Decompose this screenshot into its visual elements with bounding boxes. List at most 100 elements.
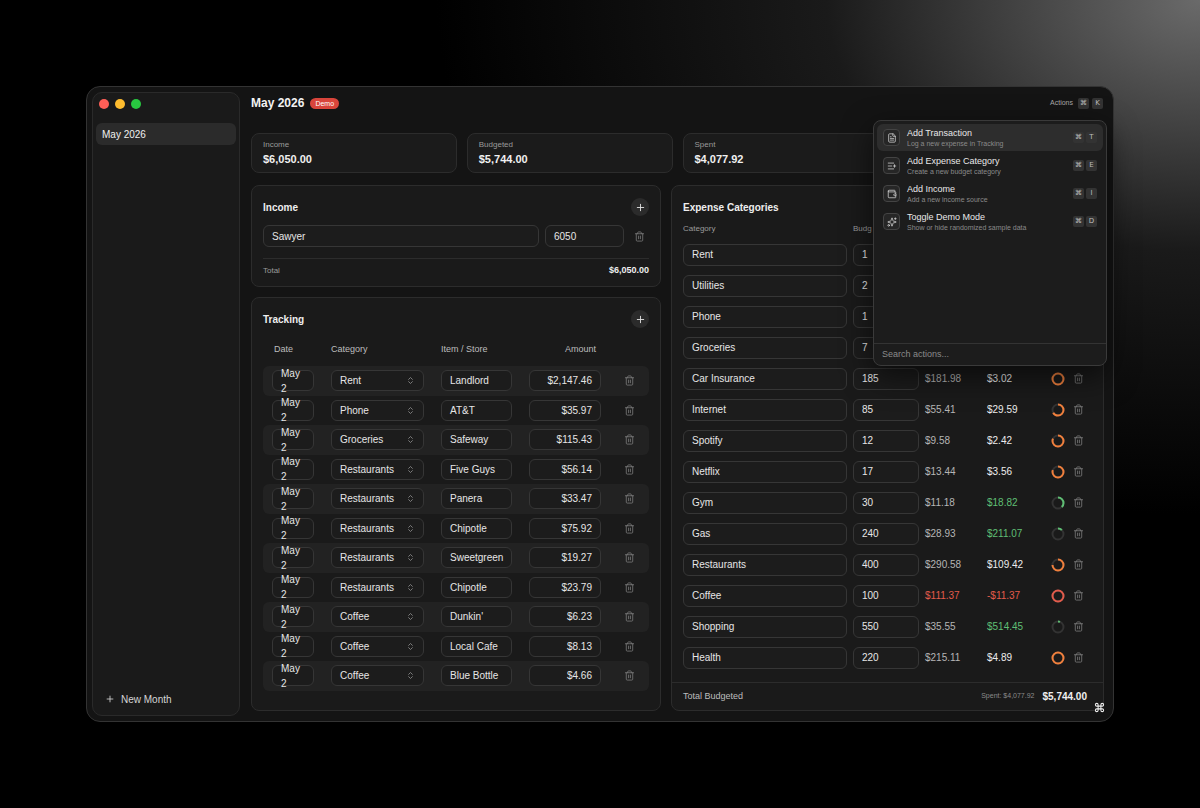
category-select[interactable]: Coffee — [331, 665, 424, 686]
amount-field[interactable]: $19.27 — [529, 547, 601, 568]
delete-button[interactable] — [1073, 497, 1084, 508]
amount-field[interactable]: $4.66 — [529, 665, 601, 686]
palette-item[interactable]: Add TransactionLog a new expense in Trac… — [877, 124, 1103, 151]
delete-button[interactable] — [1073, 652, 1084, 663]
item-field[interactable]: Blue Bottle — [441, 665, 512, 686]
date-field[interactable]: May 2 — [272, 370, 314, 391]
delete-button[interactable] — [634, 231, 645, 242]
item-field[interactable]: Safeway — [441, 429, 512, 450]
item-field[interactable]: AT&T — [441, 400, 512, 421]
date-field[interactable]: May 2 — [272, 547, 314, 568]
delete-button[interactable] — [1073, 466, 1084, 477]
item-field[interactable]: Chipotle — [441, 577, 512, 598]
delete-button[interactable] — [1073, 435, 1084, 446]
amount-field[interactable]: $115.43 — [529, 429, 601, 450]
category-field[interactable]: Gas — [683, 523, 847, 545]
amount-field[interactable]: $2,147.46 — [529, 370, 601, 391]
category-field[interactable]: Health — [683, 647, 847, 669]
amount-field[interactable]: $6.23 — [529, 606, 601, 627]
delete-button[interactable] — [624, 582, 635, 593]
budget-field[interactable]: 550 — [853, 616, 919, 638]
amount-field[interactable]: $56.14 — [529, 459, 601, 480]
category-field[interactable]: Groceries — [683, 337, 847, 359]
date-field[interactable]: May 2 — [272, 459, 314, 480]
category-field[interactable]: Utilities — [683, 275, 847, 297]
category-field[interactable]: Shopping — [683, 616, 847, 638]
date-field[interactable]: May 2 — [272, 488, 314, 509]
delete-button[interactable] — [624, 434, 635, 445]
budget-field[interactable]: 17 — [853, 461, 919, 483]
category-field[interactable]: Internet — [683, 399, 847, 421]
amount-field[interactable]: $8.13 — [529, 636, 601, 657]
category-field[interactable]: Rent — [683, 244, 847, 266]
delete-button[interactable] — [624, 375, 635, 386]
add-transaction-button[interactable] — [631, 310, 649, 328]
delete-button[interactable] — [624, 641, 635, 652]
income-name-field[interactable]: Sawyer — [263, 225, 539, 247]
date-field[interactable]: May 2 — [272, 606, 314, 627]
category-field[interactable]: Gym — [683, 492, 847, 514]
budget-field[interactable]: 400 — [853, 554, 919, 576]
delete-button[interactable] — [1073, 590, 1084, 601]
delete-button[interactable] — [624, 493, 635, 504]
palette-item[interactable]: Add Expense CategoryCreate a new budget … — [877, 152, 1103, 179]
amount-field[interactable]: $75.92 — [529, 518, 601, 539]
category-select[interactable]: Coffee — [331, 606, 424, 627]
budget-field[interactable]: 185 — [853, 368, 919, 390]
search-input[interactable] — [882, 348, 1098, 362]
delete-button[interactable] — [624, 405, 635, 416]
item-field[interactable]: Chipotle — [441, 518, 512, 539]
item-field[interactable]: Five Guys — [441, 459, 512, 480]
close-button[interactable] — [99, 99, 109, 109]
budget-field[interactable]: 240 — [853, 523, 919, 545]
budget-field[interactable]: 100 — [853, 585, 919, 607]
category-field[interactable]: Coffee — [683, 585, 847, 607]
date-field[interactable]: May 2 — [272, 577, 314, 598]
item-field[interactable]: Local Cafe — [441, 636, 512, 657]
category-field[interactable]: Phone — [683, 306, 847, 328]
zoom-button[interactable] — [131, 99, 141, 109]
date-field[interactable]: May 2 — [272, 400, 314, 421]
category-select[interactable]: Coffee — [331, 636, 424, 657]
date-field[interactable]: May 2 — [272, 429, 314, 450]
category-select[interactable]: Restaurants — [331, 577, 424, 598]
category-select[interactable]: Restaurants — [331, 518, 424, 539]
category-select[interactable]: Restaurants — [331, 488, 424, 509]
category-field[interactable]: Car Insurance — [683, 368, 847, 390]
amount-field[interactable]: $35.97 — [529, 400, 601, 421]
delete-button[interactable] — [624, 523, 635, 534]
actions-button[interactable]: Actions⌘K — [1050, 98, 1104, 109]
item-field[interactable]: Sweetgreen — [441, 547, 512, 568]
date-field[interactable]: May 2 — [272, 665, 314, 686]
category-field[interactable]: Spotify — [683, 430, 847, 452]
budget-field[interactable]: 30 — [853, 492, 919, 514]
delete-button[interactable] — [1073, 528, 1084, 539]
delete-button[interactable] — [1073, 621, 1084, 632]
new-month-button[interactable]: New Month — [93, 689, 239, 709]
delete-button[interactable] — [624, 611, 635, 622]
category-select[interactable]: Restaurants — [331, 459, 424, 480]
date-field[interactable]: May 2 — [272, 518, 314, 539]
item-field[interactable]: Panera — [441, 488, 512, 509]
budget-field[interactable]: 220 — [853, 647, 919, 669]
delete-button[interactable] — [1073, 404, 1084, 415]
budget-field[interactable]: 85 — [853, 399, 919, 421]
delete-button[interactable] — [624, 670, 635, 681]
item-field[interactable]: Landlord — [441, 370, 512, 391]
delete-button[interactable] — [1073, 559, 1084, 570]
item-field[interactable]: Dunkin' — [441, 606, 512, 627]
minimize-button[interactable] — [115, 99, 125, 109]
command-button[interactable] — [1093, 701, 1105, 713]
budget-field[interactable]: 12 — [853, 430, 919, 452]
date-field[interactable]: May 2 — [272, 636, 314, 657]
category-select[interactable]: Groceries — [331, 429, 424, 450]
palette-item[interactable]: Add IncomeAdd a new income source⌘I — [877, 180, 1103, 207]
category-field[interactable]: Restaurants — [683, 554, 847, 576]
palette-item[interactable]: Toggle Demo ModeShow or hide randomized … — [877, 208, 1103, 235]
category-select[interactable]: Restaurants — [331, 547, 424, 568]
add-income-button[interactable] — [631, 198, 649, 216]
delete-button[interactable] — [1073, 373, 1084, 384]
income-amount-field[interactable]: 6050 — [545, 225, 624, 247]
amount-field[interactable]: $23.79 — [529, 577, 601, 598]
category-select[interactable]: Phone — [331, 400, 424, 421]
